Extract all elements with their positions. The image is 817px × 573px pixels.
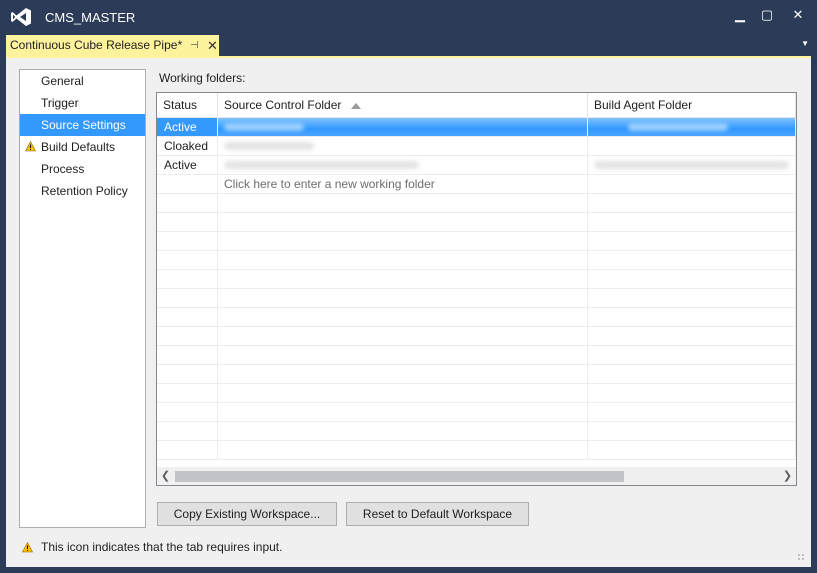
working-folders-label: Working folders:: [159, 71, 246, 85]
chevron-down-icon[interactable]: ▼: [801, 39, 809, 48]
nav-item-general[interactable]: General: [20, 70, 145, 92]
build-definition-editor: General Trigger Source Settings Build De…: [6, 56, 811, 567]
empty-row: [157, 403, 796, 422]
pin-tab-icon[interactable]: ⊣: [190, 35, 199, 56]
copy-existing-workspace-button[interactable]: Copy Existing Workspace...: [157, 502, 337, 526]
empty-row: [157, 289, 796, 308]
status-cell[interactable]: Active: [157, 118, 218, 136]
document-tab-strip: Continuous Cube Release Pipe* ⊣ ✕ ▼: [0, 34, 817, 56]
empty-row: [157, 327, 796, 346]
empty-row: [157, 251, 796, 270]
scroll-left-icon[interactable]: ❮: [157, 467, 174, 485]
nav-item-trigger[interactable]: Trigger: [20, 92, 145, 114]
agent-folder-cell[interactable]: [588, 118, 796, 136]
close-window-button[interactable]: ✕: [786, 6, 810, 24]
empty-row: [157, 346, 796, 365]
tab-continuous-cube-release[interactable]: Continuous Cube Release Pipe* ⊣ ✕: [6, 35, 219, 56]
warning-icon: [22, 542, 33, 553]
new-working-folder-prompt[interactable]: Click here to enter a new working folder: [218, 175, 588, 193]
horizontal-scrollbar[interactable]: ❮ ❯: [157, 467, 796, 485]
empty-row: [157, 232, 796, 251]
source-folder-cell[interactable]: [218, 118, 588, 136]
nav-item-source-settings[interactable]: Source Settings: [20, 114, 145, 136]
empty-row: [157, 213, 796, 232]
grid-header: Status Source Control Folder Build Agent…: [157, 93, 796, 118]
maximize-button[interactable]: ▢: [755, 6, 779, 24]
source-folder-cell[interactable]: [218, 137, 588, 155]
title-bar: CMS_MASTER ▁ ▢ ✕: [0, 0, 817, 34]
working-folders-grid[interactable]: Status Source Control Folder Build Agent…: [156, 92, 797, 486]
reset-default-workspace-button[interactable]: Reset to Default Workspace: [346, 502, 529, 526]
close-tab-icon[interactable]: ✕: [207, 35, 218, 56]
empty-row: [157, 194, 796, 213]
agent-folder-cell[interactable]: [588, 156, 796, 174]
empty-row: [157, 365, 796, 384]
column-header-source-control-folder[interactable]: Source Control Folder: [218, 93, 588, 118]
settings-nav-list: General Trigger Source Settings Build De…: [19, 69, 146, 528]
new-working-folder-row[interactable]: Click here to enter a new working folder: [157, 175, 796, 194]
nav-item-process[interactable]: Process: [20, 158, 145, 180]
column-header-status[interactable]: Status: [157, 93, 218, 118]
table-row[interactable]: Active: [157, 118, 796, 137]
status-cell[interactable]: Cloaked: [157, 137, 218, 155]
empty-row: [157, 308, 796, 327]
empty-row: [157, 384, 796, 403]
table-row[interactable]: Active: [157, 156, 796, 175]
scrollbar-thumb[interactable]: [175, 471, 624, 482]
requires-input-legend: This icon indicates that the tab require…: [41, 540, 283, 554]
empty-row: [157, 270, 796, 289]
scroll-right-icon[interactable]: ❯: [779, 467, 796, 485]
sort-ascending-icon: [351, 102, 362, 109]
app-title: CMS_MASTER: [45, 10, 136, 25]
empty-row: [157, 422, 796, 441]
visual-studio-logo-icon: [11, 8, 31, 26]
source-folder-cell[interactable]: [218, 156, 588, 174]
resize-grip-icon[interactable]: [797, 553, 805, 561]
table-row[interactable]: Cloaked: [157, 137, 796, 156]
column-header-build-agent-folder[interactable]: Build Agent Folder: [588, 93, 796, 118]
nav-item-retention-policy[interactable]: Retention Policy: [20, 180, 145, 202]
tab-label: Continuous Cube Release Pipe*: [10, 38, 183, 52]
warning-icon: [25, 141, 36, 152]
nav-item-build-defaults[interactable]: Build Defaults: [20, 136, 145, 158]
empty-row: [157, 441, 796, 460]
status-cell[interactable]: Active: [157, 156, 218, 174]
minimize-button[interactable]: ▁: [728, 6, 752, 24]
agent-folder-cell[interactable]: [588, 137, 796, 155]
